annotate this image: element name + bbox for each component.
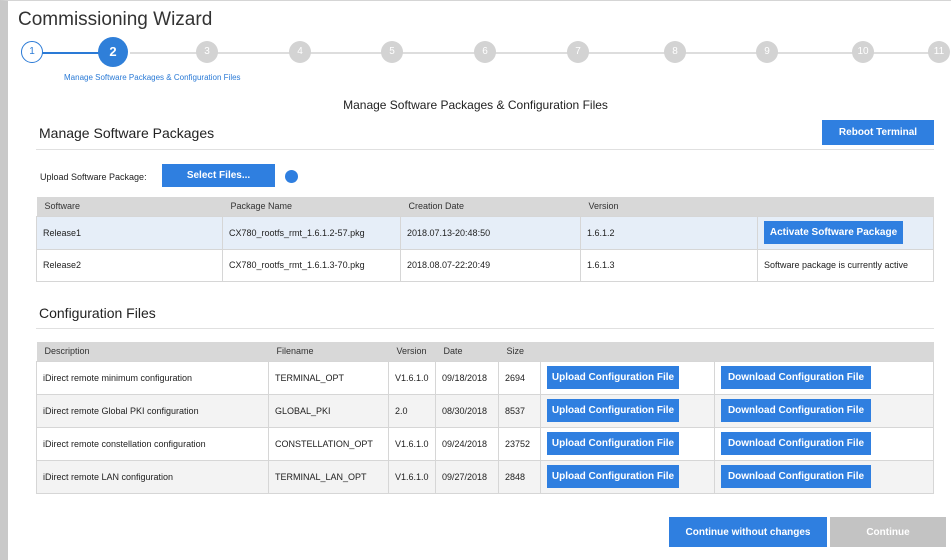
col-version: Version [580,197,758,216]
upload-configuration-file-button[interactable]: Upload Configuration File [547,366,679,389]
step-10[interactable]: 10 [852,41,874,63]
date-cell: 08/30/2018 [435,393,499,428]
col-description: Description [36,342,269,361]
download-cell: Download Configuration File [714,459,934,494]
date-cell: 09/18/2018 [435,360,499,395]
help-icon[interactable] [285,170,298,183]
software-section-title: Manage Software Packages [39,125,215,141]
step-9[interactable]: 9 [756,41,778,63]
date-cell: 09/27/2018 [435,459,499,494]
page-heading: Manage Software Packages & Configuration… [343,98,608,112]
download-configuration-file-button[interactable]: Download Configuration File [721,366,871,389]
col-date: Date [435,342,499,361]
download-cell: Download Configuration File [714,393,934,428]
upload-configuration-file-button[interactable]: Upload Configuration File [547,465,679,488]
config-section-title: Configuration Files [39,305,156,321]
upload-configuration-file-button[interactable]: Upload Configuration File [547,399,679,422]
select-files-button[interactable]: Select Files... [162,164,275,187]
col-action [757,197,934,216]
activate-software-package-button[interactable]: Activate Software Package [764,221,903,244]
version-cell: V1.6.1.0 [388,426,436,461]
table-row[interactable]: Release1 CX780_rootfs_rmt_1.6.1.2-57.pkg… [36,215,934,250]
download-configuration-file-button[interactable]: Download Configuration File [721,465,871,488]
version-cell: 2.0 [388,393,436,428]
version-cell: V1.6.1.0 [388,360,436,395]
step-3[interactable]: 3 [196,41,218,63]
upload-configuration-file-button[interactable]: Upload Configuration File [547,432,679,455]
date-cell: 2018.08.07-22:20:49 [400,248,581,282]
upload-cell: Upload Configuration File [540,426,715,461]
step-connector-done [42,52,100,54]
filename-cell: GLOBAL_PKI [268,393,389,428]
download-configuration-file-button[interactable]: Download Configuration File [721,432,871,455]
description-cell: iDirect remote LAN configuration [36,459,269,494]
table-row[interactable]: iDirect remote Global PKI configuration … [36,393,934,428]
software-cell: Release1 [36,215,223,250]
table-row[interactable]: iDirect remote constellation configurati… [36,426,934,461]
table-row[interactable]: iDirect remote LAN configuration TERMINA… [36,459,934,494]
config-table: Description Filename Version Date Size i… [36,342,934,494]
download-cell: Download Configuration File [714,426,934,461]
upload-software-label: Upload Software Package: [40,172,147,182]
col-software: Software [36,197,223,216]
software-divider [36,149,934,150]
col-creation-date: Creation Date [400,197,581,216]
table-row[interactable]: Release2 CX780_rootfs_rmt_1.6.1.3-70.pkg… [36,248,934,282]
size-cell: 2848 [498,459,541,494]
size-cell: 23752 [498,426,541,461]
active-step-caption: Manage Software Packages & Configuration… [64,73,241,82]
step-1[interactable]: 1 [21,41,43,63]
date-cell: 2018.07.13-20:48:50 [400,215,581,250]
size-cell: 8537 [498,393,541,428]
upload-cell: Upload Configuration File [540,360,715,395]
step-7[interactable]: 7 [567,41,589,63]
wizard-stepper: 1 2 3 4 5 6 7 8 9 10 11 Manage Software … [0,0,951,90]
step-2-active[interactable]: 2 [98,37,128,67]
upload-cell: Upload Configuration File [540,393,715,428]
config-table-header: Description Filename Version Date Size [36,342,934,361]
description-cell: iDirect remote constellation configurati… [36,426,269,461]
col-version: Version [388,342,436,361]
version-cell: 1.6.1.3 [580,248,758,282]
step-5[interactable]: 5 [381,41,403,63]
software-table: Software Package Name Creation Date Vers… [36,197,934,282]
filename-cell: CONSTELLATION_OPT [268,426,389,461]
reboot-terminal-button[interactable]: Reboot Terminal [822,120,934,145]
status-cell: Software package is currently active [757,248,934,282]
col-upload [540,342,715,361]
step-connector [130,52,938,54]
continue-without-changes-button[interactable]: Continue without changes [669,517,827,547]
download-cell: Download Configuration File [714,360,934,395]
col-size: Size [498,342,541,361]
col-package-name: Package Name [222,197,401,216]
step-6[interactable]: 6 [474,41,496,63]
col-filename: Filename [268,342,389,361]
version-cell: 1.6.1.2 [580,215,758,250]
table-row[interactable]: iDirect remote minimum configuration TER… [36,360,934,395]
continue-button[interactable]: Continue [830,517,946,547]
filename-cell: TERMINAL_OPT [268,360,389,395]
software-cell: Release2 [36,248,223,282]
package-cell: CX780_rootfs_rmt_1.6.1.3-70.pkg [222,248,401,282]
size-cell: 2694 [498,360,541,395]
download-configuration-file-button[interactable]: Download Configuration File [721,399,871,422]
step-8[interactable]: 8 [664,41,686,63]
col-download [714,342,934,361]
package-cell: CX780_rootfs_rmt_1.6.1.2-57.pkg [222,215,401,250]
filename-cell: TERMINAL_LAN_OPT [268,459,389,494]
version-cell: V1.6.1.0 [388,459,436,494]
date-cell: 09/24/2018 [435,426,499,461]
config-divider [36,328,934,329]
description-cell: iDirect remote minimum configuration [36,360,269,395]
description-cell: iDirect remote Global PKI configuration [36,393,269,428]
upload-cell: Upload Configuration File [540,459,715,494]
software-table-header: Software Package Name Creation Date Vers… [36,197,934,216]
step-4[interactable]: 4 [289,41,311,63]
action-cell: Activate Software Package [757,215,934,250]
step-11[interactable]: 11 [928,41,950,63]
